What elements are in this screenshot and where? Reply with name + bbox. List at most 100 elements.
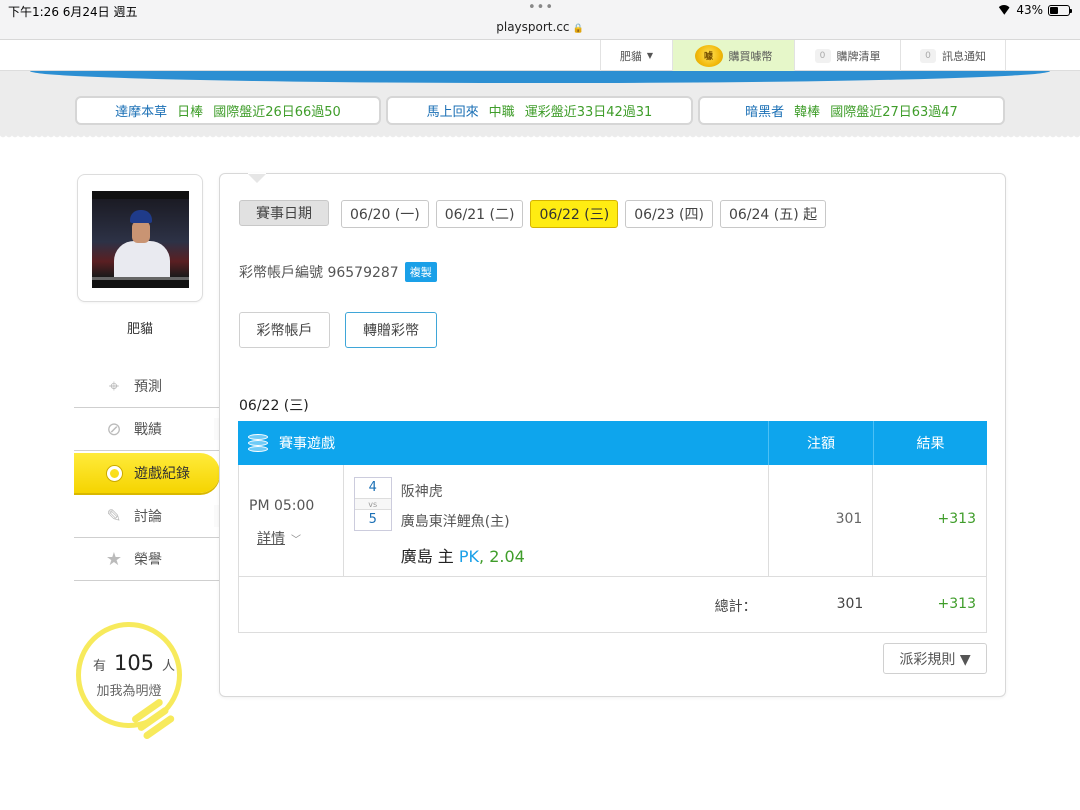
sidebar-item-predict[interactable]: ⌖ 預測 [74,365,220,408]
profile-nickname: 肥貓 [126,322,153,337]
lamp-count-prefix: 有 [92,659,106,674]
avatar-photo-face [132,221,150,243]
cart-count-badge: 0 [814,48,831,63]
header-zigzag-edge [0,134,1080,140]
date-selector-label: 賽事日期 [239,200,329,226]
pick-type: PK [458,547,480,566]
buy-coins-button[interactable]: 噱購買噱幣 [672,40,794,71]
avatar[interactable] [92,191,189,288]
pick-team: 廣島 主 [400,547,454,566]
game-time-cell: PM 05:00 詳情 ﹀ [239,465,344,576]
transfer-coins-button[interactable]: 轉贈彩幣 [345,312,437,348]
date-selector: 賽事日期 06/20 (一) 06/21 (二) 06/22 (三) 06/23… [239,200,827,228]
pick-odds: , 2.04 [479,547,525,566]
sidebar-item-label: 預測 [134,379,162,395]
status-time: 下午1:26 6月24日 週五 [8,5,138,19]
lamp-follow-text: 加我為明燈 [96,684,162,699]
tip-league: 日棒 [177,105,204,120]
team-home: 廣島東洋鯉魚(主) [400,514,510,530]
notice-count-badge: 0 [920,48,936,63]
team-away: 阪神虎 [400,484,443,500]
date-option[interactable]: 06/23 (四) [625,200,713,228]
sidebar-item-label: 遊戲紀錄 [134,466,190,482]
total-label: 總計： [714,599,757,615]
avatar-photo-cap [130,210,152,223]
notifications-link[interactable]: 0 訊息通知 [900,40,1006,71]
result-cell: +313 [873,465,986,576]
tip-record: 國際盤近27日63過47 [830,105,958,120]
tip-author: 達摩本草 [115,105,168,120]
total-result-cell: +313 [873,577,986,632]
battery-percent: 43% [1016,3,1043,17]
medal-icon: ★ [105,548,123,570]
status-right: 43% [997,3,1072,17]
score-box: 4 vs 5 [353,477,392,531]
notifications-label: 訊息通知 [942,49,986,63]
total-label-cell: 總計： [239,577,769,632]
date-option[interactable]: 06/20 (一) [341,200,429,228]
address-bar[interactable]: playsport.cc 🔒 [0,20,1080,34]
pick-line: 廣島 主 PK, 2.04 [401,543,525,567]
tip-league: 韓棒 [794,105,821,120]
coins-stack-icon [248,433,268,453]
game-history-table: 賽事遊戲 注額 結果 PM 05:00 詳情 ﹀ 4 vs 5 阪神虎 廣島東洋鯉… [238,421,987,633]
battery-level [1050,6,1058,14]
table-row: PM 05:00 詳情 ﹀ 4 vs 5 阪神虎 廣島東洋鯉魚(主) 廣島 主 P… [238,465,987,577]
details-link[interactable]: 詳情 ﹀ [257,528,301,548]
ring-shape [106,465,122,481]
chevron-down-icon: ﹀ [291,535,301,546]
game-date-heading: 06/22 (三) [239,398,309,414]
header-blue-edge [30,71,1050,83]
sidebar-item-discuss[interactable]: ✎ 討論 [74,495,222,538]
browser-status-bar: 下午1:26 6月24日 週五 ••• playsport.cc 🔒 43% [0,0,1080,40]
battery-icon [1048,4,1072,16]
date-option-selected[interactable]: 06/22 (三) [530,200,619,228]
header-result: 結果 [916,436,945,452]
chat-edit-icon: ✎ [106,505,122,527]
coin-account-button[interactable]: 彩幣帳戶 [239,312,330,348]
tab-overview-dots[interactable]: ••• [528,0,554,15]
bet-amount: 301 [835,511,863,527]
game-cell: 4 vs 5 阪神虎 廣島東洋鯉魚(主) 廣島 主 PK, 2.04 [344,465,769,576]
purchase-list-label: 購牌清單 [836,49,881,63]
table-total-row: 總計： 301 +313 [238,577,987,633]
tip-card[interactable]: 達摩本草 日棒 國際盤近26日66過50 [75,96,381,125]
date-option[interactable]: 06/24 (五) 起 [719,200,827,228]
wifi-icon [997,5,1011,15]
total-result: +313 [937,596,976,612]
tip-card[interactable]: 暗黑者 韓棒 國際盤近27日63過47 [698,96,1005,125]
lamp-count: 105 [113,651,155,675]
panel-notch [248,173,266,183]
payout-rules-dropdown[interactable]: 派彩規則 ▼ [883,643,987,674]
crosshair-icon: ⌖ [108,375,120,397]
tip-author: 馬上回來 [426,105,479,120]
bet-cell: 301 [769,465,874,576]
url-text: playsport.cc [496,20,570,34]
header-game: 賽事遊戲 [238,421,769,465]
header-game-label: 賽事遊戲 [279,436,335,452]
lamp-count-suffix: 人 [162,659,176,674]
chart-search-icon: ⊘ [106,418,122,440]
tip-card[interactable]: 馬上回來 中職 運彩盤近33日42過31 [386,96,693,125]
purchase-list-link[interactable]: 0 購牌清單 [794,40,900,71]
coin-icon: 噱 [694,44,723,67]
game-time: PM 05:00 [249,498,315,514]
sidebar-item-label: 戰績 [134,422,162,438]
account-number: 彩幣帳戶編號 96579287 [239,265,399,281]
details-label: 詳情 [257,531,285,547]
site-top-nav: 肥貓 ▼ 噱購買噱幣 0 購牌清單 0 訊息通知 [0,40,1080,71]
header-bet: 注額 [769,421,874,465]
sidebar-item-honor[interactable]: ★ 榮譽 [74,538,220,581]
tip-record: 運彩盤近33日42過31 [524,105,653,120]
sidebar-menu: ⌖ 預測 ⊘ 戰績 遊戲紀錄 ✎ 討論 ★ 榮譽 [74,365,227,581]
buy-coins-label: 購買噱幣 [728,49,773,63]
lock-icon: 🔒 [572,24,584,34]
avatar-card[interactable] [77,174,203,302]
sidebar-item-game-history[interactable]: 遊戲紀錄 [74,453,227,493]
date-option[interactable]: 06/21 (二) [435,200,524,228]
user-menu[interactable]: 肥貓 ▼ [600,40,672,71]
sidebar-item-record[interactable]: ⊘ 戰績 [74,408,222,451]
copy-button[interactable]: 複製 [404,262,437,282]
lamp-count-line: 有 105 人 [89,651,179,675]
tip-league: 中職 [488,105,515,120]
